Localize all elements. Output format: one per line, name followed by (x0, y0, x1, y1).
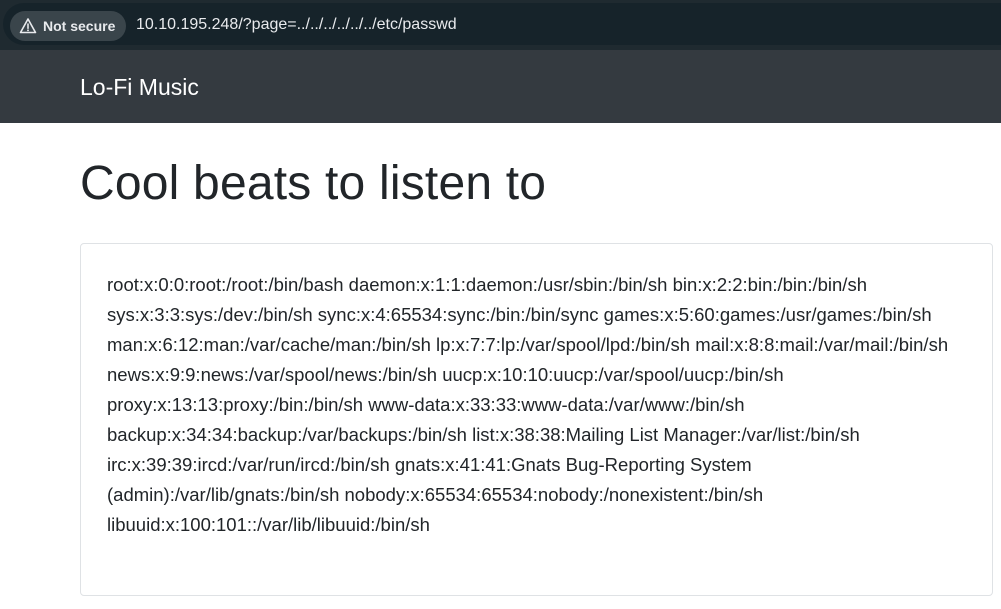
content-card: root:x:0:0:root:/root:/bin/bash daemon:x… (80, 243, 993, 596)
warning-triangle-icon (19, 18, 37, 34)
security-label: Not secure (43, 18, 116, 34)
omnibox[interactable]: Not secure 10.10.195.248/?page=../../../… (3, 3, 1001, 45)
included-file-content: root:x:0:0:root:/root:/bin/bash daemon:x… (107, 274, 949, 535)
url-input[interactable]: 10.10.195.248/?page=../../../../../../et… (136, 16, 457, 34)
navbar: Lo-Fi Music (0, 50, 1001, 123)
navbar-brand-link[interactable]: Lo-Fi Music (80, 74, 199, 101)
security-indicator-button[interactable]: Not secure (10, 11, 126, 41)
page-title: Cool beats to listen to (80, 157, 547, 210)
browser-address-bar: Not secure 10.10.195.248/?page=../../../… (0, 0, 1001, 50)
